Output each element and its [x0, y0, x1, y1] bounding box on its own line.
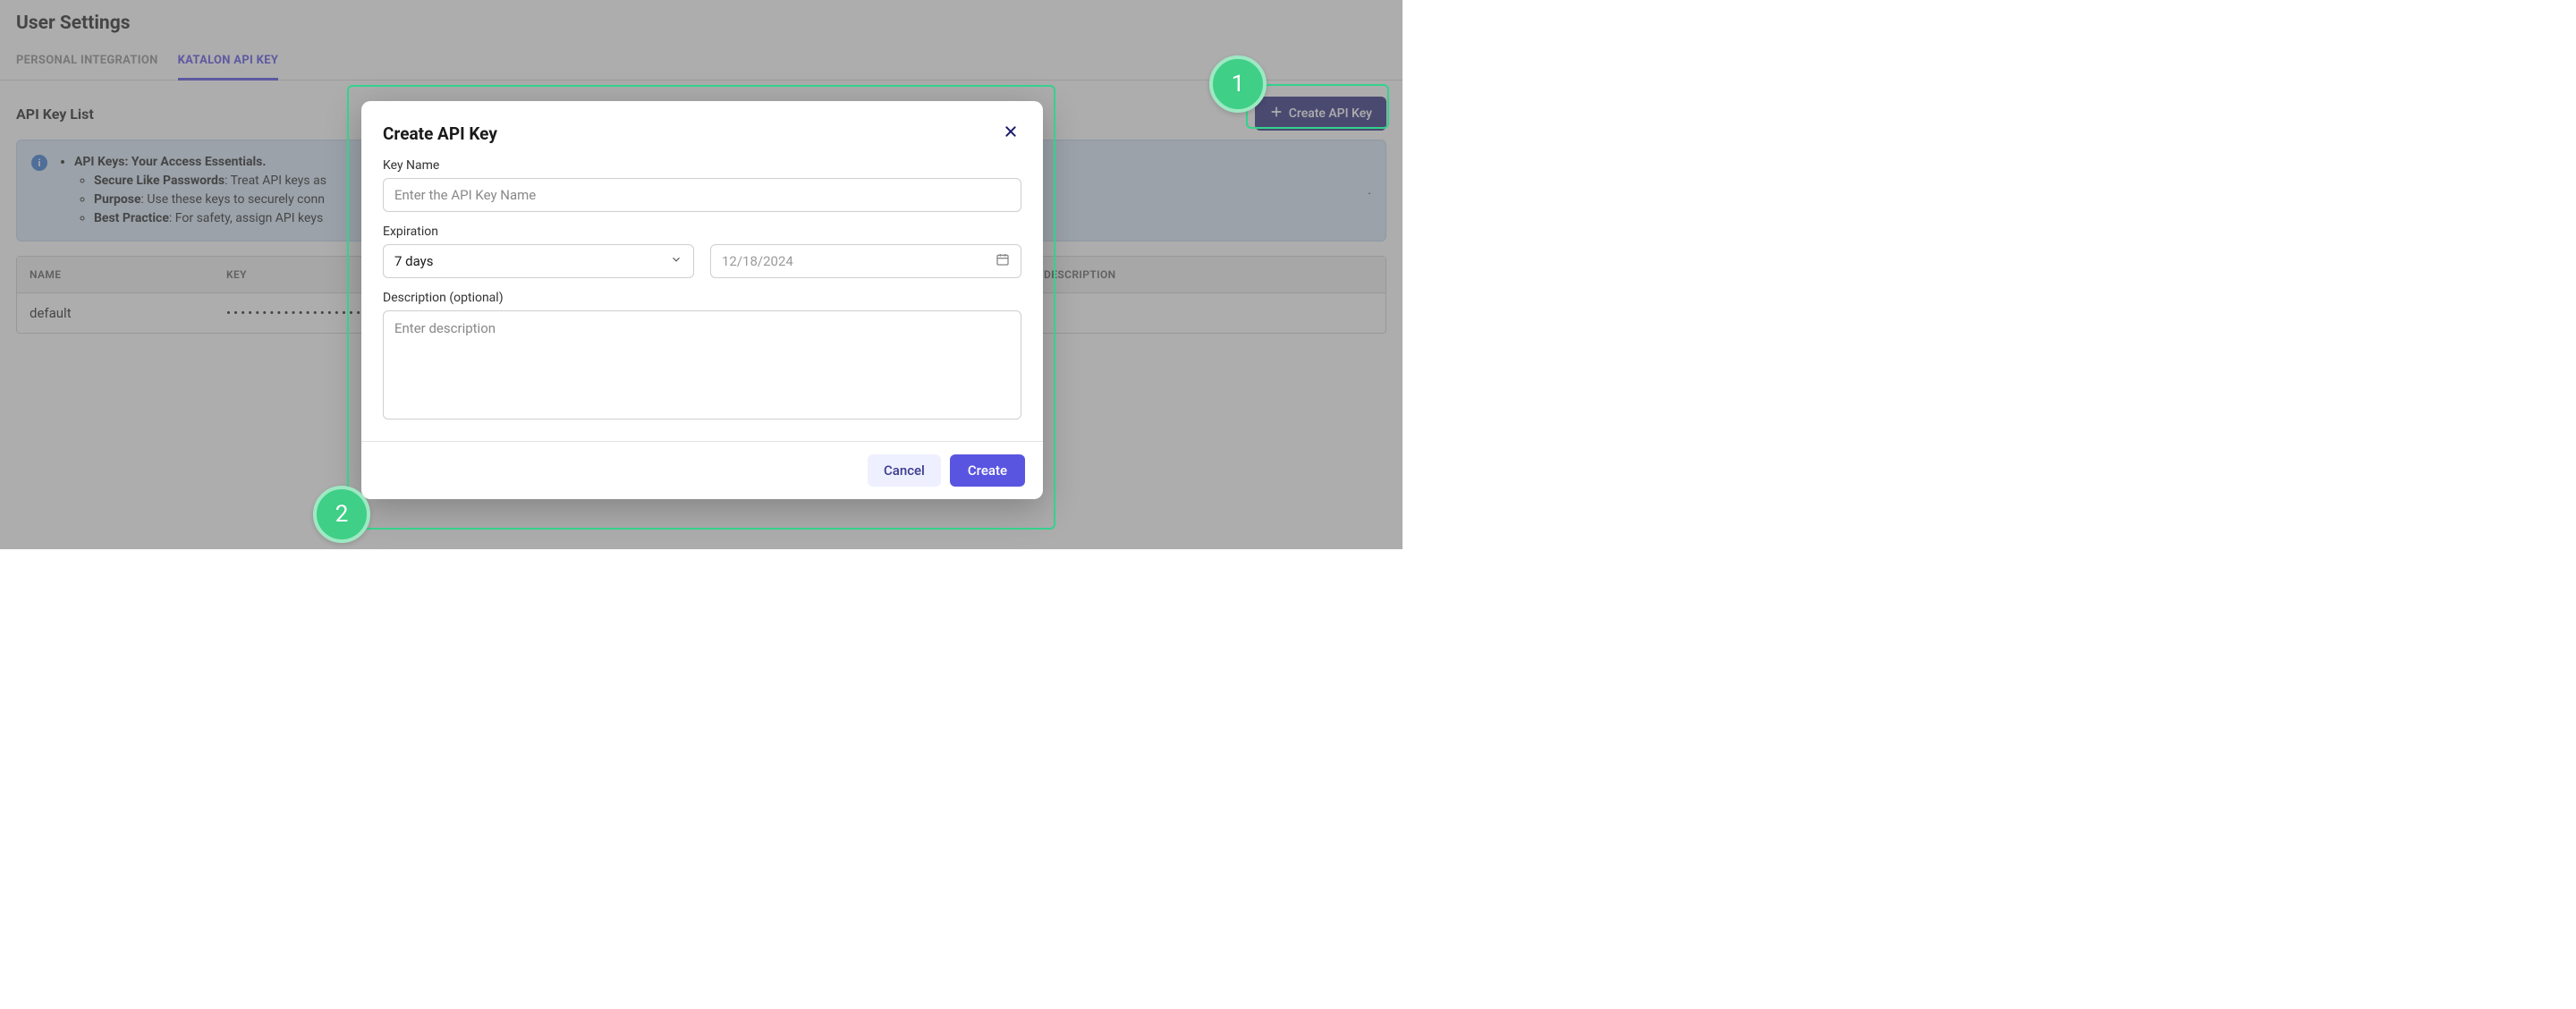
modal-title: Create API Key: [383, 123, 497, 144]
create-button[interactable]: Create: [950, 454, 1025, 487]
callout-circle-2: 2: [313, 486, 370, 543]
callout-circle-1: 1: [1209, 55, 1267, 113]
expiration-value: 7 days: [394, 253, 434, 269]
modal-footer: Cancel Create: [361, 441, 1043, 499]
expiration-date-value: 12/18/2024: [722, 253, 793, 269]
close-button[interactable]: [1000, 121, 1021, 146]
description-label: Description (optional): [383, 291, 1021, 305]
cancel-button[interactable]: Cancel: [868, 454, 941, 487]
calendar-icon: [996, 252, 1010, 270]
description-textarea[interactable]: [383, 310, 1021, 420]
expiration-date-input[interactable]: 12/18/2024: [710, 244, 1021, 278]
key-name-input[interactable]: [383, 178, 1021, 212]
close-icon: [1004, 129, 1018, 142]
key-name-label: Key Name: [383, 158, 1021, 173]
expiration-select[interactable]: 7 days: [383, 244, 694, 278]
expiration-label: Expiration: [383, 225, 1021, 239]
create-api-key-modal: Create API Key Key Name Expiration 7 day…: [361, 101, 1043, 499]
chevron-down-icon: [670, 253, 682, 269]
